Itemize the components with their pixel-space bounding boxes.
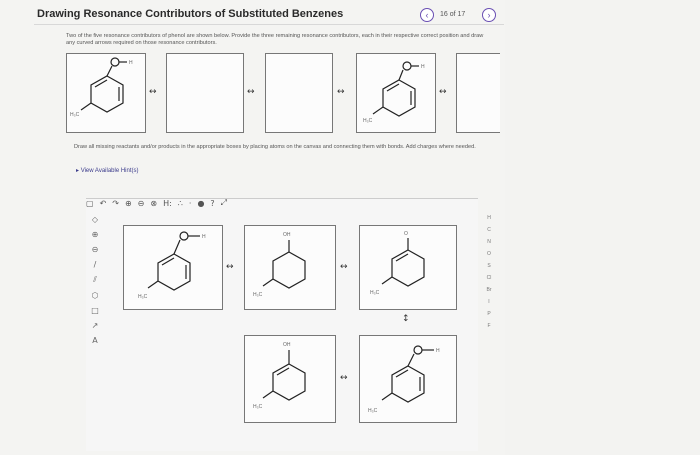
element-i[interactable]: I [488, 299, 489, 305]
chevron-right-icon: › [487, 10, 491, 20]
undo-icon[interactable]: ↶ [100, 199, 107, 208]
element-f[interactable]: F [487, 323, 490, 329]
h3c-label: H₃C [370, 290, 380, 296]
h3c-label: H₃C [368, 408, 378, 414]
canvas-structure-5[interactable]: H H₃C [359, 335, 457, 423]
resonance-arrow: ↔ [226, 262, 234, 272]
h-label: H [421, 64, 425, 70]
intro-text: Two of the five resonance contributors o… [66, 33, 484, 46]
element-o[interactable]: O [487, 251, 491, 257]
oh-label: OH [283, 342, 291, 348]
h3c-label: H₃C [138, 294, 148, 300]
h3c-label: H₃C [253, 292, 263, 298]
redo-icon[interactable]: ↷ [112, 199, 119, 208]
canvas-structure-2[interactable]: OH H₃C [244, 225, 336, 310]
radical-icon[interactable]: · [189, 199, 192, 208]
h3c-label: H₃C [363, 118, 373, 124]
plus-charge-icon[interactable]: ⊕ [92, 230, 99, 239]
hydrogen-button[interactable]: H: [163, 199, 172, 208]
bond-type-icon[interactable]: ⫽ [93, 275, 97, 285]
h3c-label: H₃C [253, 404, 263, 410]
task-text: Draw all missing reactants and/or produc… [74, 144, 476, 150]
view-hints-link[interactable]: ▸ View Available Hint(s) [76, 167, 139, 174]
resonance-arrow-vertical: ↕ [402, 314, 410, 324]
right-gutter [505, 0, 700, 455]
h-label: H [436, 348, 440, 354]
oh-label: OH [283, 232, 291, 238]
zoom-out-icon[interactable]: ⊖ [138, 199, 145, 208]
expand-icon[interactable]: ⤢ [221, 198, 227, 208]
h-label: H [202, 234, 206, 240]
page-count: 16 of 17 [440, 11, 466, 18]
lone-pair-icon[interactable]: ∴ [178, 199, 183, 208]
element-h[interactable]: H [487, 215, 491, 221]
resonance-arrow: ↔ [340, 262, 348, 272]
element-p[interactable]: P [487, 311, 490, 317]
answer-box-1[interactable] [166, 53, 244, 133]
zoom-fit-icon[interactable]: ⊗ [150, 199, 157, 208]
h3c-label: H₃C [70, 112, 80, 118]
text-tool-icon[interactable]: A [92, 336, 97, 345]
arrow-tool-icon[interactable]: ↗ [92, 321, 99, 330]
element-br[interactable]: Br [487, 287, 492, 293]
eraser-icon[interactable]: ◇ [92, 215, 98, 224]
canvas-toolbar: ▢ ↶ ↷ ⊕ ⊖ ⊗ H: ∴ · ● ? ⤢ [86, 196, 296, 210]
answer-box-2[interactable] [265, 53, 333, 133]
element-c[interactable]: C [487, 227, 491, 233]
canvas-structure-3[interactable]: O H₃C [359, 225, 457, 310]
help-icon[interactable]: ? [210, 199, 214, 208]
element-s[interactable]: S [487, 263, 490, 269]
o-label: O [404, 231, 408, 237]
resonance-arrow: ↔ [149, 87, 157, 97]
given-contributor-2: H H₃C [356, 53, 436, 133]
minus-charge-icon[interactable]: ⊖ [92, 245, 99, 254]
given-contributor-1: H H₃C [66, 53, 146, 133]
hint-label: View Available Hint(s) [80, 168, 139, 174]
answer-box-3[interactable] [456, 53, 500, 133]
resonance-arrow: ↔ [340, 373, 348, 383]
prev-button[interactable]: ‹ [420, 8, 434, 22]
bond-icon[interactable]: / [94, 260, 97, 269]
header-divider [34, 24, 504, 25]
resonance-arrow: ↔ [439, 87, 447, 97]
element-palette: H C N O S Cl Br I P F [482, 215, 496, 329]
next-button[interactable]: › [482, 8, 496, 22]
page-title: Drawing Resonance Contributors of Substi… [37, 8, 344, 20]
resonance-arrow: ↔ [337, 87, 345, 97]
square-icon[interactable]: □ [91, 306, 99, 315]
resonance-arrow: ↔ [247, 87, 255, 97]
element-cl[interactable]: Cl [487, 275, 492, 281]
canvas-structure-1[interactable]: H H₃C [123, 225, 223, 310]
info-icon[interactable]: ● [197, 199, 204, 208]
zoom-in-icon[interactable]: ⊕ [125, 199, 132, 208]
left-toolbar: ◇ ⊕ ⊖ / ⫽ ⬡ □ ↗ A [88, 215, 102, 345]
ring-icon[interactable]: ⬡ [92, 291, 99, 300]
chevron-left-icon: ‹ [425, 10, 429, 20]
element-n[interactable]: N [487, 239, 491, 245]
h-label: H [129, 60, 133, 66]
canvas-structure-4[interactable]: OH H₃C [244, 335, 336, 423]
new-document-icon[interactable]: ▢ [86, 199, 94, 208]
